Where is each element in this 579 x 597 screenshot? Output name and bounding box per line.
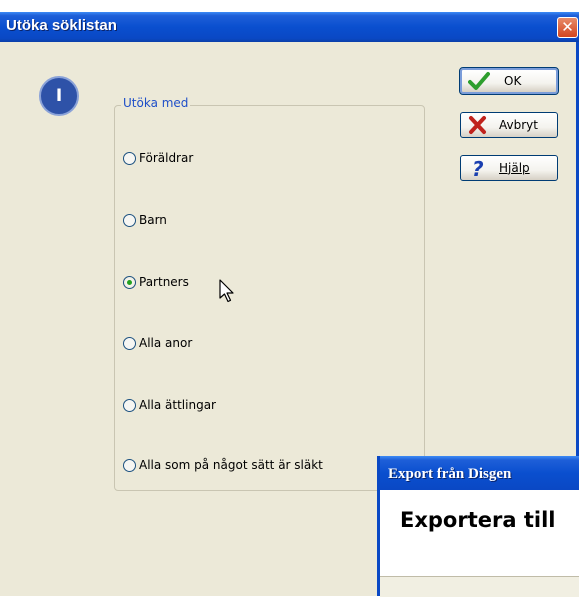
radio-label: Föräldrar (139, 151, 194, 165)
export-window-footer (380, 576, 579, 597)
radio-button[interactable] (123, 151, 136, 165)
close-button[interactable]: ✕ (557, 17, 578, 38)
radio-option-partners[interactable]: Partners (123, 273, 189, 291)
help-button[interactable]: ? Hjälp (460, 155, 558, 181)
ok-label: OK (504, 74, 522, 88)
mouse-pointer-icon (219, 279, 235, 307)
radio-button[interactable] (123, 458, 136, 472)
radio-option-all-ancestors[interactable]: Alla anor (123, 334, 192, 352)
radio-label: Barn (139, 213, 167, 227)
groupbox-label: Utöka med (121, 96, 191, 110)
radio-option-parents[interactable]: Föräldrar (123, 149, 193, 167)
checkmark-icon (468, 71, 490, 91)
export-window: Export från Disgen Exportera till (377, 456, 579, 597)
radio-label: Alla som på något sätt är släkt (139, 458, 323, 472)
export-heading: Exportera till (400, 508, 556, 532)
radio-button[interactable] (123, 336, 136, 350)
cancel-label: Avbryt (499, 118, 538, 132)
help-label: Hjälp (499, 161, 530, 175)
svg-text:?: ? (472, 158, 484, 178)
question-mark-icon: ? (467, 157, 489, 181)
radio-option-all-related[interactable]: Alla som på något sätt är släkt (123, 456, 323, 474)
ok-button[interactable]: OK (459, 67, 559, 95)
radio-label: Alla ättlingar (139, 398, 216, 412)
radio-option-all-descendants[interactable]: Alla ättlingar (123, 396, 216, 414)
x-mark-icon (467, 115, 489, 135)
dialog-titlebar[interactable]: Utöka söklistan ✕ (0, 12, 579, 42)
background-window-strip (0, 0, 579, 12)
dialog-title: Utöka söklistan (6, 17, 117, 34)
info-icon: I (39, 76, 79, 116)
radio-button[interactable] (123, 398, 136, 412)
close-icon: ✕ (561, 18, 574, 36)
cancel-button[interactable]: Avbryt (460, 112, 558, 138)
export-window-title: Export från Disgen (388, 466, 512, 482)
export-window-titlebar[interactable]: Export från Disgen (380, 456, 579, 490)
radio-button-selected[interactable] (123, 275, 136, 289)
radio-label: Alla anor (139, 336, 193, 350)
radio-button[interactable] (123, 213, 136, 227)
radio-label: Partners (139, 275, 189, 289)
radio-option-children[interactable]: Barn (123, 211, 167, 229)
